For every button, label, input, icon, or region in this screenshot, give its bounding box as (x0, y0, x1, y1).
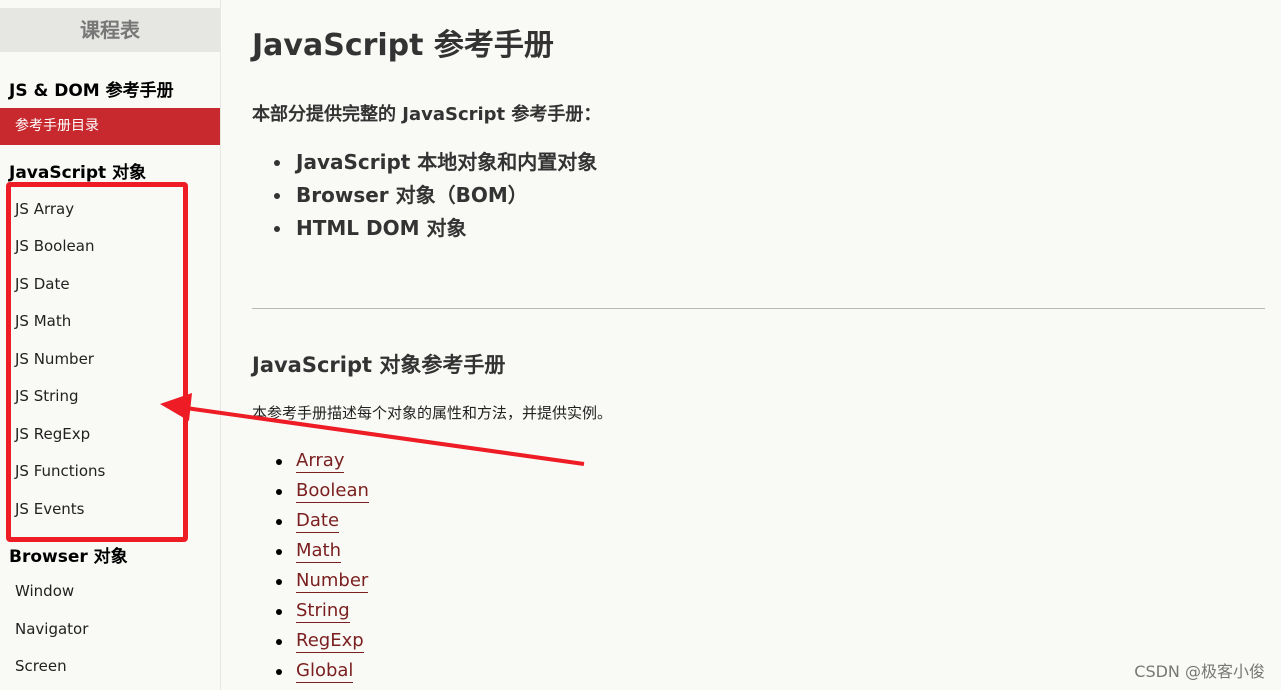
page-title: JavaScript 参考手册 (252, 28, 554, 63)
sidebar-heading: 课程表 (0, 8, 220, 52)
sidebar-section-js-objects: JavaScript 对象 (9, 163, 147, 183)
link-date[interactable]: Date (296, 510, 340, 533)
bullet-item: Browser 对象（BOM） (274, 180, 597, 213)
link-boolean[interactable]: Boolean (296, 480, 369, 503)
link-global[interactable]: Global (296, 660, 354, 683)
intro-text: 本部分提供完整的 JavaScript 参考手册： (252, 104, 602, 125)
list-item: Global (276, 658, 369, 688)
horizontal-divider (252, 308, 1265, 309)
reference-bullet-list: JavaScript 本地对象和内置对象 Browser 对象（BOM） HTM… (274, 147, 597, 246)
list-item: Array (276, 448, 369, 478)
bullet-item: HTML DOM 对象 (274, 213, 597, 246)
section-title-js-objects: JavaScript 对象参考手册 (252, 353, 506, 377)
watermark: CSDN @极客小俊 (1134, 662, 1265, 681)
list-item: Math (276, 538, 369, 568)
sidebar-item-screen[interactable]: Screen (15, 657, 67, 675)
list-item: RegExp (276, 628, 369, 658)
link-number[interactable]: Number (296, 570, 369, 593)
bullet-item: JavaScript 本地对象和内置对象 (274, 147, 597, 180)
section-description: 本参考手册描述每个对象的属性和方法，并提供实例。 (252, 404, 613, 422)
link-regexp[interactable]: RegExp (296, 630, 364, 653)
link-array[interactable]: Array (296, 450, 345, 473)
sidebar-section-js-dom: JS & DOM 参考手册 (9, 81, 174, 101)
sidebar-item-navigator[interactable]: Navigator (15, 620, 88, 638)
list-item: Date (276, 508, 369, 538)
link-string[interactable]: String (296, 600, 350, 623)
list-item: Boolean (276, 478, 369, 508)
list-item: String (276, 598, 369, 628)
link-math[interactable]: Math (296, 540, 342, 563)
sidebar-item-window[interactable]: Window (15, 582, 74, 600)
annotation-highlight-box (6, 182, 188, 542)
object-link-list: Array Boolean Date Math Number String Re… (276, 448, 369, 688)
sidebar-item-reference-index[interactable]: 参考手册目录 (0, 108, 220, 145)
list-item: Number (276, 568, 369, 598)
sidebar-section-browser-objects: Browser 对象 (9, 547, 128, 567)
main-content: JavaScript 参考手册 本部分提供完整的 JavaScript 参考手册… (252, 0, 1265, 690)
